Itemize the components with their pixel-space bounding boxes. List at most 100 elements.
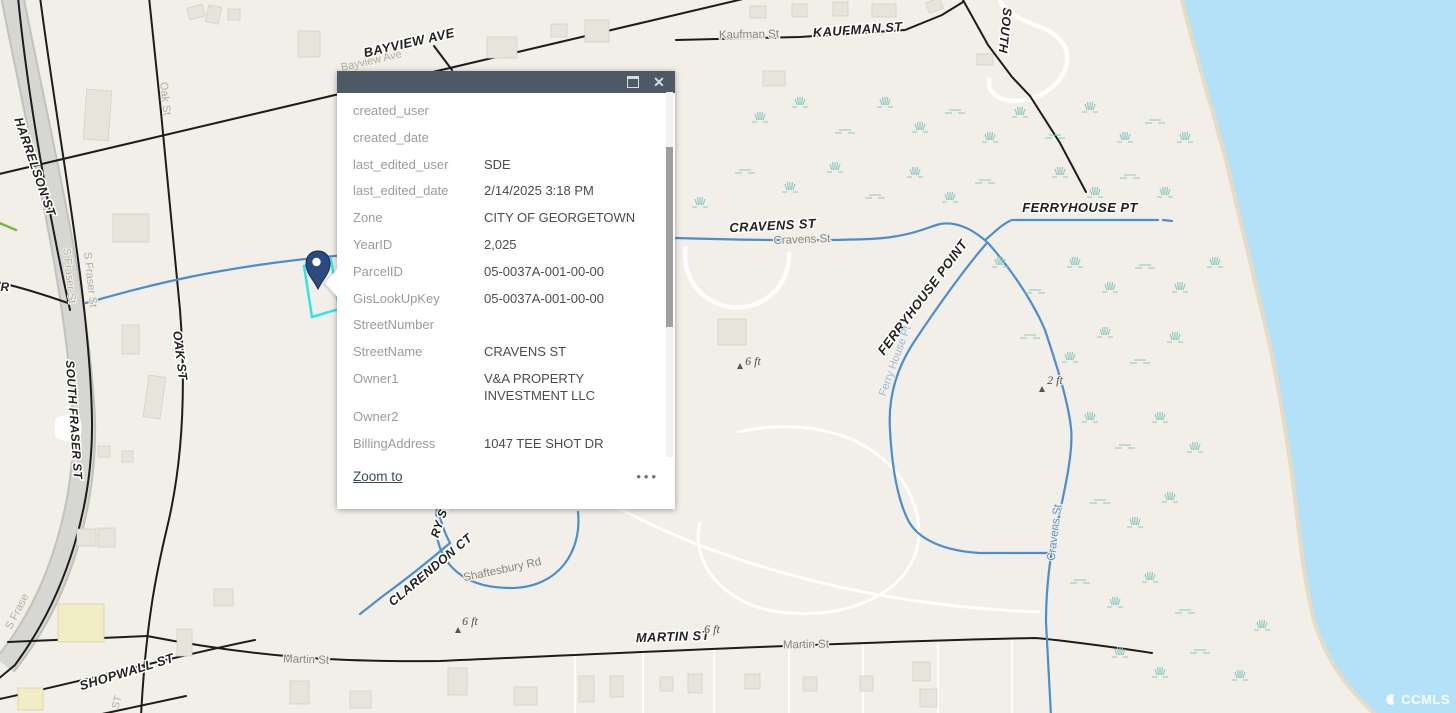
- field-value: SDE: [484, 152, 651, 173]
- field-row-zone: ZoneCITY OF GEORGETOWN: [337, 205, 675, 232]
- building-footprint: [745, 674, 760, 689]
- field-row-owner2: Owner2: [337, 404, 675, 431]
- field-row-streetname: StreetNameCRAVENS ST: [337, 339, 675, 366]
- field-value: [484, 404, 651, 408]
- building-footprint: [122, 325, 139, 354]
- building-footprint: [920, 689, 937, 707]
- map-label-cravens-st: Cravens St: [773, 233, 831, 247]
- map-label-6-ft: 6 ft: [745, 354, 761, 368]
- field-value: V&A PROPERTY INVESTMENT LLC: [484, 366, 651, 404]
- field-row-created-date: created_date: [337, 125, 675, 152]
- map-label-martin-st: Martin St: [783, 639, 830, 652]
- building-footprint: [579, 676, 594, 702]
- field-row-created-user: created_user: [337, 98, 675, 125]
- building-footprint: [977, 54, 993, 65]
- field-label: ParcelID: [353, 259, 484, 280]
- building-footprint: [177, 629, 192, 656]
- field-label: Zone: [353, 205, 484, 226]
- zoom-to-link[interactable]: Zoom to: [353, 469, 403, 484]
- field-value: [484, 125, 651, 129]
- map-label-6-ft: 6 ft: [462, 614, 478, 628]
- building-footprint: [113, 214, 149, 242]
- map-label-2-ft: 2 ft: [1047, 373, 1063, 387]
- building-footprint: [350, 691, 371, 708]
- attribution-text: CCMLS: [1401, 692, 1450, 707]
- field-value: 2/14/2025 3:18 PM: [484, 178, 651, 199]
- map-label-kaufman-st: Kaufman St: [719, 28, 780, 41]
- building-footprint: [803, 677, 817, 691]
- field-label: StreetName: [353, 339, 484, 360]
- building-footprint: [913, 662, 930, 681]
- building-footprint: [18, 688, 43, 710]
- field-value: CRAVENS ST: [484, 339, 651, 360]
- building-footprint: [214, 589, 233, 606]
- building-footprint: [122, 451, 133, 462]
- building-footprint: [58, 604, 104, 642]
- popup-body: created_user created_date last_edited_user…: [337, 93, 675, 489]
- field-value: CITY OF GEORGETOWN: [484, 205, 651, 226]
- field-label: last_edited_user: [353, 152, 484, 173]
- ccmls-logo-icon: [1384, 693, 1397, 706]
- ellipsis-menu-icon[interactable]: •••: [636, 472, 659, 482]
- building-footprint: [298, 31, 320, 57]
- map-pin-hole: [312, 258, 320, 266]
- popup-scrollbar-thumb[interactable]: [666, 147, 673, 327]
- map-label-r: R: [0, 280, 9, 294]
- building-footprint: [688, 674, 702, 693]
- building-footprint: [77, 529, 96, 546]
- map-canvas[interactable]: BAYVIEW AVEBayview AveKAUFMAN STKaufman …: [0, 0, 1456, 713]
- popup-footer: Zoom to •••: [337, 464, 675, 489]
- map-label-martin-st: MARTIN ST: [636, 628, 711, 646]
- field-value: [484, 312, 651, 316]
- map-application: BAYVIEW AVEBayview AveKAUFMAN STKaufman …: [0, 0, 1456, 713]
- building-footprint: [83, 89, 111, 141]
- field-row-last-edited-user: last_edited_userSDE: [337, 152, 675, 179]
- building-footprint: [585, 20, 609, 42]
- field-label: last_edited_date: [353, 178, 484, 199]
- field-row-last-edited-date: last_edited_date2/14/2025 3:18 PM: [337, 178, 675, 205]
- field-value: 2,025: [484, 232, 651, 253]
- building-footprint: [487, 37, 517, 58]
- building-footprint: [98, 446, 110, 457]
- field-value: 1047 TEE SHOT DR: [484, 431, 651, 452]
- building-footprint: [551, 24, 567, 37]
- attribution: CCMLS: [1384, 692, 1450, 707]
- close-icon: ✕: [653, 75, 665, 89]
- building-footprint: [228, 9, 240, 20]
- maximize-icon: [627, 76, 639, 88]
- map-label-ferryhouse-pt: FERRYHOUSE PT: [1022, 200, 1138, 215]
- attribute-popup: ✕ created_user created_date last_edited_us…: [337, 71, 675, 509]
- field-row-billingaddress: BillingAddress1047 TEE SHOT DR: [337, 431, 675, 458]
- field-list: created_user created_date last_edited_user…: [337, 98, 675, 484]
- close-button[interactable]: ✕: [651, 74, 667, 90]
- building-footprint: [872, 4, 896, 17]
- field-label: created_date: [353, 125, 484, 146]
- maximize-button[interactable]: [625, 74, 641, 90]
- field-value: [484, 98, 651, 102]
- field-label: Owner2: [353, 404, 484, 425]
- field-label: StreetNumber: [353, 312, 484, 333]
- building-footprint: [750, 6, 766, 18]
- building-footprint: [290, 681, 309, 704]
- field-row-yearid: YearID2,025: [337, 232, 675, 259]
- field-value: [484, 458, 651, 462]
- field-label: YearID: [353, 232, 484, 253]
- field-value: 05-0037A-001-00-00: [484, 286, 651, 307]
- building-footprint: [514, 687, 537, 705]
- field-row-streetnumber: StreetNumber: [337, 312, 675, 339]
- building-footprint: [833, 2, 848, 16]
- popup-titlebar[interactable]: ✕: [337, 71, 675, 93]
- building-footprint: [718, 319, 746, 345]
- map-label-6-ft: 6 ft: [704, 622, 720, 636]
- building-footprint: [660, 677, 673, 691]
- map-label-martin-st: Martin St: [283, 653, 330, 667]
- building-footprint: [610, 676, 623, 697]
- field-row-gislookupkey: GisLookUpKey05-0037A-001-00-00: [337, 286, 675, 313]
- field-label: GisLookUpKey: [353, 286, 484, 307]
- field-label: BillingAddress: [353, 431, 484, 452]
- building-footprint: [792, 4, 807, 17]
- building-footprint: [448, 668, 467, 695]
- building-footprint: [763, 71, 785, 86]
- field-row-owner1: Owner1V&A PROPERTY INVESTMENT LLC: [337, 366, 675, 404]
- field-label: created_user: [353, 98, 484, 119]
